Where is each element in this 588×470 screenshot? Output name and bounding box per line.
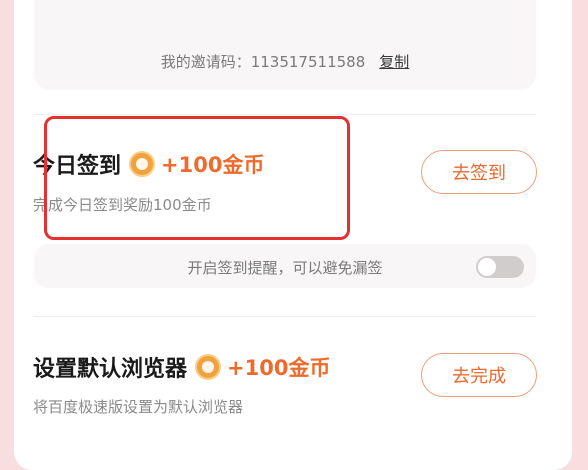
- complete-button[interactable]: 去完成: [421, 353, 537, 397]
- copy-invite-button[interactable]: 复制: [379, 51, 409, 72]
- invite-code-box: [34, 0, 536, 90]
- invite-code-label: 我的邀请码：113517511588: [160, 52, 366, 71]
- reminder-toggle[interactable]: [476, 256, 524, 278]
- reward-amount: +100金币: [227, 356, 331, 380]
- task-title-text: 设置默认浏览器: [33, 357, 188, 382]
- reminder-row: 开启签到提醒，可以避免漏签: [34, 244, 536, 288]
- toggle-knob: [478, 258, 496, 276]
- task-title-browser: 设置默认浏览器 +100金币: [33, 351, 330, 383]
- divider: [34, 316, 536, 317]
- highlight-annotation: [44, 116, 350, 240]
- checkin-button[interactable]: 去签到: [421, 150, 537, 194]
- task-desc-browser: 将百度极速版设置为默认浏览器: [33, 398, 244, 416]
- invite-code-row: 我的邀请码：113517511588 复制: [34, 50, 536, 72]
- divider: [34, 114, 536, 115]
- reminder-text: 开启签到提醒，可以避免漏签: [187, 259, 383, 277]
- coin-icon: [195, 354, 222, 380]
